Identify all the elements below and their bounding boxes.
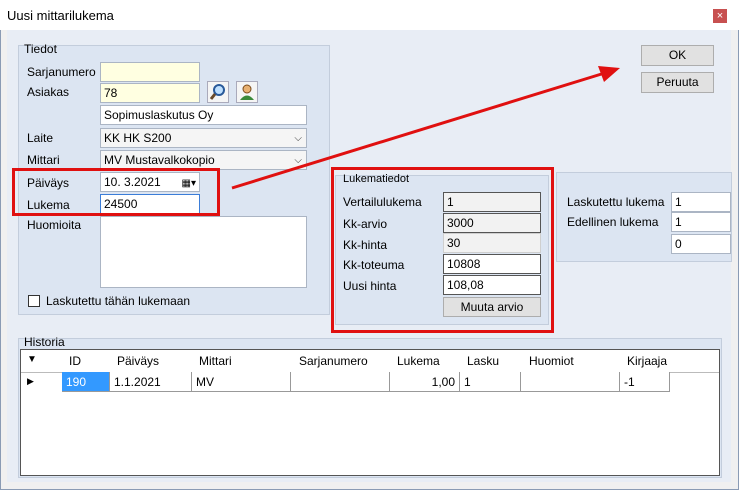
column-header-kirjaaja[interactable]: Kirjaaja <box>627 354 667 368</box>
filter-icon[interactable]: ▼ <box>27 354 37 365</box>
cell-huomiot[interactable] <box>521 372 620 392</box>
grid-header: ▼ ID Päiväys Mittari Sarjanumero Lukema … <box>21 350 719 373</box>
historia-grid[interactable]: ▼ ID Päiväys Mittari Sarjanumero Lukema … <box>20 349 720 476</box>
row-selector-icon: ▶ <box>27 376 34 386</box>
cell-sarjanumero[interactable] <box>291 372 390 392</box>
cell-lasku[interactable]: 1 <box>460 372 521 392</box>
column-header-sarjanumero[interactable]: Sarjanumero <box>299 354 368 368</box>
cell-id[interactable]: 190 <box>62 372 110 392</box>
column-header-huomiot[interactable]: Huomiot <box>529 354 574 368</box>
column-header-lasku[interactable]: Lasku <box>467 354 499 368</box>
column-header-lukema[interactable]: Lukema <box>397 354 440 368</box>
historia-legend: Historia <box>24 335 65 349</box>
column-header-paivays[interactable]: Päiväys <box>117 354 159 368</box>
cell-lukema[interactable]: 1,00 <box>390 372 460 392</box>
column-header-id[interactable]: ID <box>69 354 81 368</box>
column-header-mittari[interactable]: Mittari <box>199 354 232 368</box>
cell-paivays[interactable]: 1.1.2021 <box>110 372 192 392</box>
cell-mittari[interactable]: MV <box>192 372 291 392</box>
table-row[interactable]: ▶ 190 1.1.2021 MV 1,00 1 -1 <box>21 372 719 392</box>
cell-kirjaaja[interactable]: -1 <box>620 372 670 392</box>
